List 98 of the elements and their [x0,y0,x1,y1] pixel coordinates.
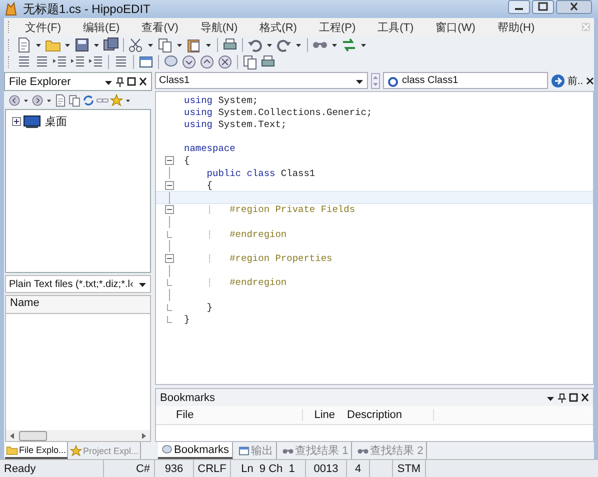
clear-circle-icon[interactable] [217,54,233,70]
arrow-right-icon [551,74,566,88]
lines-icon[interactable] [34,54,50,70]
indent-icon[interactable] [88,54,104,70]
pin-icon[interactable] [558,392,566,403]
menu-item[interactable]: 文件(F) [14,20,72,34]
code-line: using System.Text; [183,118,287,130]
column-header[interactable]: Name [5,295,151,313]
printer-icon[interactable] [222,36,238,52]
copy-icon[interactable] [68,94,81,106]
fold-collapse-icon[interactable] [164,254,174,263]
scissors-icon[interactable] [128,36,144,52]
status-field: 0013 [306,460,347,477]
fold-collapse-icon[interactable] [164,205,174,214]
menu-item[interactable]: 导航(N) [189,20,249,34]
code-editor[interactable]: using System; using System.Collections.Generic; using System.Text; namespace { public class Class1 { | #region Private Fields | #endregion | #region Properties | #endregion } } [155,90,594,386]
back-icon[interactable] [8,94,21,106]
code-line: using System.Collections.Generic; [183,106,372,118]
refresh-icon[interactable] [82,94,95,106]
navigate-button[interactable]: 前.. [551,74,583,88]
class-icon [387,74,399,87]
horizontal-scrollbar[interactable] [6,430,150,441]
code-line: public class Class1 [206,168,316,179]
forward-icon[interactable] [31,94,44,106]
monitor-icon [23,115,41,128]
star-icon[interactable] [110,94,123,106]
close-icon[interactable] [139,76,147,86]
window-icon[interactable] [138,54,154,70]
column-header[interactable]: Line [303,409,341,422]
code-line: using System; [183,94,258,106]
panel-title: File Explorer [9,76,72,88]
code-line: namespace [183,143,236,154]
status-field: CRLF [194,460,231,477]
star-icon [70,444,82,456]
menu-item[interactable]: 工程(P) [308,20,367,34]
minimize-button[interactable] [508,0,530,14]
close-icon[interactable] [581,392,589,403]
scope-dropdown[interactable]: Class1 [155,72,368,90]
disks-icon[interactable] [103,36,119,52]
status-field: C# [104,460,155,477]
window-icon [238,444,250,457]
menu-item[interactable]: 工具(T) [366,20,425,34]
code-line: } [206,302,213,313]
binoculars-icon [357,448,370,454]
lines-icon[interactable] [113,54,129,70]
code-line: | #region Properties [206,252,332,264]
lines-icon[interactable] [16,54,32,70]
speech-bubble-icon [161,444,173,456]
column-header[interactable]: File [156,409,303,422]
menu-item[interactable]: 编辑(E) [72,20,131,34]
speech-bubble-icon[interactable] [163,54,179,70]
indent-icon[interactable] [52,54,68,70]
code-line: | #endregion [206,277,287,288]
code-line: | #endregion [206,228,287,240]
status-field: Ready [0,460,104,477]
down-circle-icon[interactable] [181,54,197,70]
code-line: { [206,180,213,191]
expand-icon[interactable] [12,117,21,126]
pin-icon[interactable] [116,76,124,86]
status-field: Ln 9 Ch 1 [231,460,306,477]
binoculars-icon [282,448,294,454]
clipboard-icon[interactable] [186,36,202,52]
document-icon[interactable] [16,36,32,52]
code-line: } [183,314,190,325]
status-field: 936 [155,460,194,477]
column-header[interactable]: Description [341,409,434,422]
scroll-right-icon[interactable] [141,432,147,440]
printer-icon[interactable] [260,54,276,70]
scroll-left-icon[interactable] [9,432,15,440]
filter-dropdown[interactable]: Plain Text files (*.txt;*.diz;*.l‹ [5,275,151,293]
menu-item[interactable]: 查看(V) [130,20,190,34]
status-field: 4 [347,460,370,477]
panel-title: Bookmarks [160,392,216,404]
document-icon[interactable] [54,94,67,106]
fold-collapse-icon[interactable] [164,156,174,166]
close-icon[interactable] [586,76,594,85]
maximize-button[interactable] [532,0,554,14]
code-line: | #region Private Fields [206,204,356,216]
indent-icon[interactable] [70,54,86,70]
window-title: 无标题1.cs - HippoEDIT [23,0,152,18]
panel-tab[interactable]: Bookmarks [158,442,234,459]
status-field: STM [393,460,426,477]
copy-icon[interactable] [242,54,258,70]
menu-item[interactable]: 格式(R) [248,20,308,34]
close-button[interactable] [556,0,592,14]
code-line: { [183,155,190,166]
fold-collapse-icon[interactable] [164,180,174,190]
menu-item[interactable]: 窗口(W) [424,20,486,34]
tree-item[interactable]: 桌面 [45,114,67,129]
maximize-icon[interactable] [569,392,578,403]
maximize-icon[interactable] [127,76,136,86]
panel-tab[interactable]: File Explo... [5,442,68,459]
binoculars-icon[interactable] [312,41,328,48]
member-dropdown[interactable]: class Class1 [383,72,548,90]
copy-icon[interactable] [157,36,173,52]
menu-item[interactable]: 帮助(H) [486,20,546,34]
swap-arrows-icon[interactable] [341,36,357,52]
up-circle-icon[interactable] [199,54,215,70]
